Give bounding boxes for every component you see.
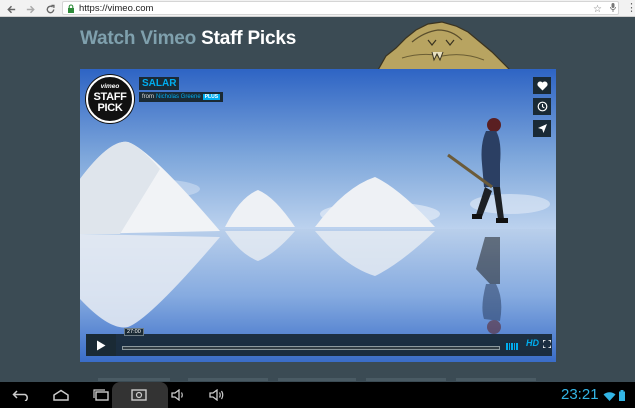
- recents-icon[interactable]: [90, 386, 112, 404]
- hd-toggle[interactable]: HD: [526, 338, 539, 348]
- badge-line-2: PICK: [97, 101, 123, 114]
- lock-icon: [68, 3, 74, 13]
- mascot-illustration: [377, 21, 511, 70]
- back-icon[interactable]: [3, 1, 19, 17]
- share-icon: [537, 124, 547, 133]
- content-strip: [188, 378, 268, 381]
- screen: https://vimeo.com ☆ ⋮ Watch Vimeo Staff …: [0, 0, 635, 408]
- volume-down-icon[interactable]: [168, 386, 190, 404]
- omnibox-actions: ☆: [593, 2, 616, 16]
- reload-icon[interactable]: [42, 1, 58, 17]
- content-strip: [278, 378, 356, 381]
- page-title-prefix: Watch Vimeo: [80, 28, 197, 49]
- page-title-suffix: Staff Picks: [201, 28, 297, 49]
- content-strip: [366, 378, 446, 381]
- badge-brand: vimeo: [100, 83, 120, 91]
- forward-icon[interactable]: [22, 1, 38, 17]
- back-icon[interactable]: [10, 386, 32, 404]
- heart-icon: [536, 80, 548, 90]
- system-navigation-bar: 23:21: [0, 382, 635, 408]
- video-frame: [80, 69, 556, 362]
- status-icons: [603, 390, 625, 401]
- progress-track[interactable]: [122, 346, 500, 350]
- wifi-icon: [603, 391, 616, 401]
- page-title: Watch Vimeo Staff Picks: [80, 28, 296, 50]
- clock-icon: [537, 101, 547, 112]
- content-strip: [98, 378, 170, 381]
- author-link[interactable]: Nicholas Greene: [156, 94, 201, 100]
- like-button[interactable]: [533, 77, 551, 94]
- video-player[interactable]: vimeo STAFF PICK SALAR from Nicholas Gre…: [80, 69, 556, 362]
- content-strip: [456, 378, 536, 381]
- byline-prefix: from: [142, 94, 154, 100]
- mic-icon[interactable]: [610, 3, 616, 15]
- fullscreen-icon[interactable]: [543, 340, 551, 348]
- share-button[interactable]: [533, 120, 551, 137]
- screenshot-icon[interactable]: [128, 386, 150, 404]
- system-clock: 23:21: [561, 386, 599, 403]
- browser-toolbar: https://vimeo.com ☆ ⋮: [0, 0, 635, 17]
- video-byline: from Nicholas Greene PLUS: [139, 92, 224, 102]
- star-icon[interactable]: ☆: [593, 4, 602, 15]
- play-icon: [97, 340, 106, 350]
- address-bar[interactable]: https://vimeo.com ☆: [62, 1, 619, 15]
- staff-pick-badge[interactable]: vimeo STAFF PICK: [86, 75, 134, 123]
- menu-icon[interactable]: ⋮: [626, 2, 635, 14]
- player-controls: 27:00 HD: [86, 328, 552, 356]
- battery-icon: [619, 390, 625, 401]
- url-text: https://vimeo.com: [79, 2, 154, 14]
- plus-badge: PLUS: [202, 94, 221, 100]
- volume-bars[interactable]: [506, 340, 518, 350]
- volume-up-icon[interactable]: [206, 386, 228, 404]
- watch-later-button[interactable]: [533, 98, 551, 115]
- video-title[interactable]: SALAR: [139, 77, 180, 90]
- home-icon[interactable]: [50, 386, 72, 404]
- time-tooltip: 27:00: [124, 328, 144, 336]
- play-button[interactable]: [86, 334, 116, 356]
